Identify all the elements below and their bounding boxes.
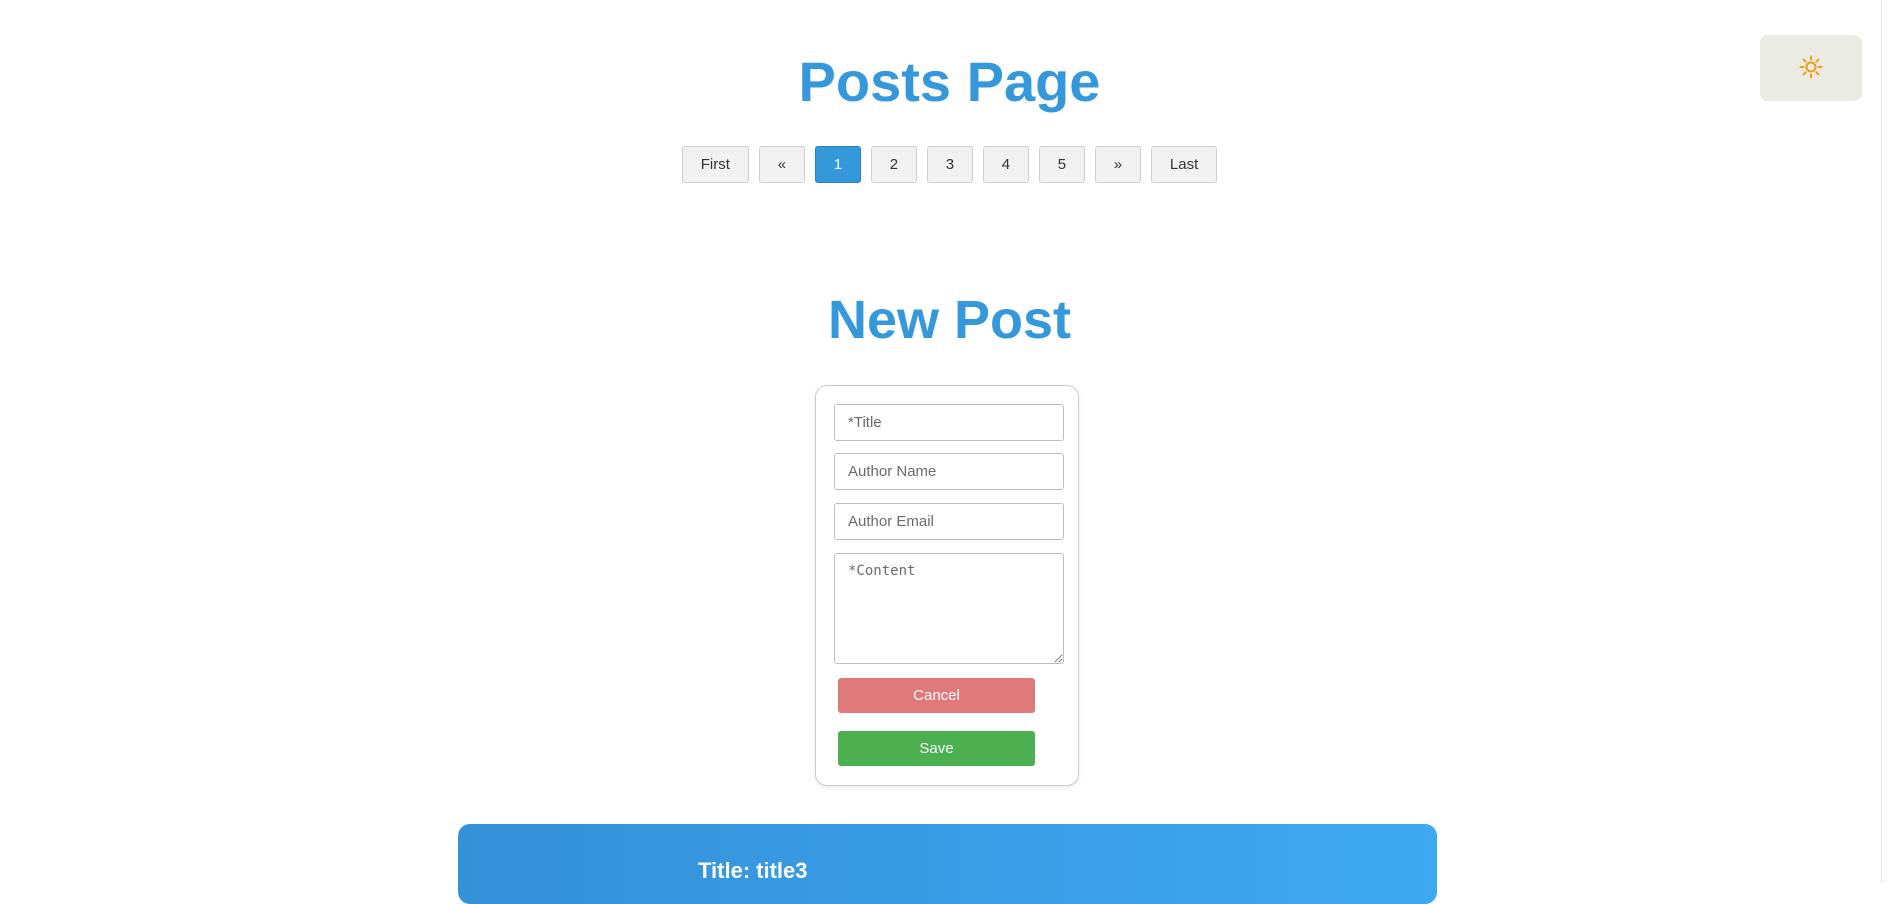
pagination-page-3[interactable]: 3 [926,146,973,183]
cancel-button[interactable]: Cancel [838,678,1035,713]
pagination-first-button[interactable]: First [681,146,749,183]
pagination-last-button[interactable]: Last [1150,146,1218,183]
author-name-input[interactable] [834,453,1064,490]
title-input[interactable] [834,404,1064,441]
save-button[interactable]: Save [838,731,1035,766]
author-email-input[interactable] [834,503,1064,540]
new-post-heading: New Post [827,290,1072,350]
pagination-page-1[interactable]: 1 [814,146,861,183]
post-title-value: title3 [756,858,808,883]
pagination-page-4[interactable]: 4 [982,146,1029,183]
pagination: First « 1 2 3 4 5 » Last [0,146,1899,183]
page-title: Posts Page [798,50,1101,113]
post-title: Title: title3 [698,858,808,884]
pagination-next-button[interactable]: » [1094,146,1141,183]
pagination-prev-button[interactable]: « [758,146,805,183]
post-card[interactable]: Title: title3 [458,824,1437,904]
content-textarea[interactable] [834,553,1064,664]
pagination-page-2[interactable]: 2 [870,146,917,183]
new-post-form: Cancel Save [815,385,1079,786]
post-title-label: Title: [698,858,751,883]
page-scrollbar[interactable] [1881,0,1899,883]
pagination-page-5[interactable]: 5 [1038,146,1085,183]
